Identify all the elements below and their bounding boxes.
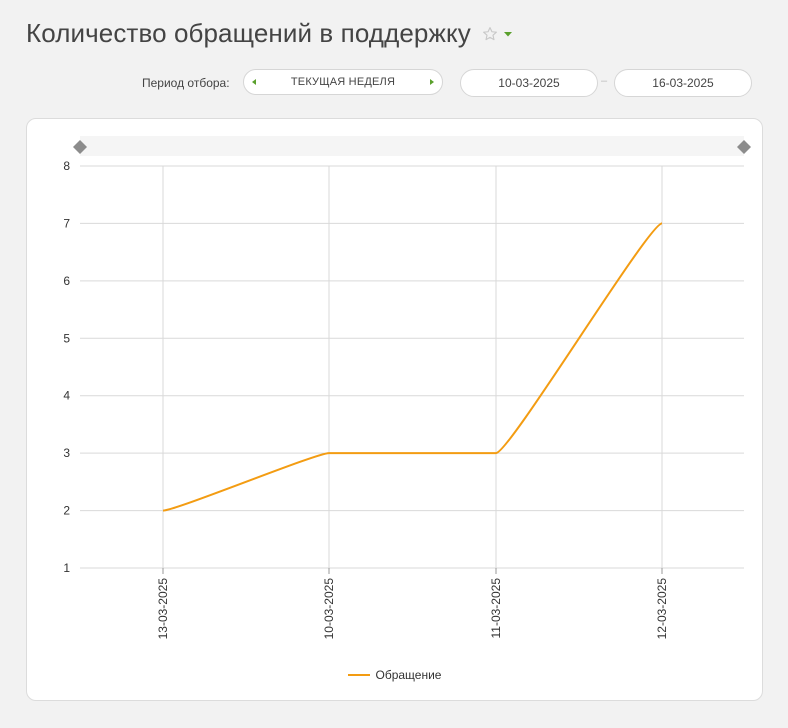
page-title: Количество обращений в поддержку (26, 18, 471, 48)
caret-down-icon[interactable] (503, 30, 513, 38)
filter-row: Период отбора: ТЕКУЩАЯ НЕДЕЛЯ 10-03-2025… (0, 69, 788, 97)
series-line (162, 222, 663, 512)
legend: Обращение (27, 665, 762, 685)
triangle-left-icon (252, 79, 256, 85)
period-selector[interactable]: ТЕКУЩАЯ НЕДЕЛЯ (243, 69, 443, 95)
y-tick-label: 8 (63, 159, 70, 173)
page: Количество обращений в поддержку Период … (0, 0, 788, 728)
y-tick-label: 6 (63, 274, 70, 288)
date-separator: – (601, 75, 608, 87)
period-label: Период отбора: (142, 76, 230, 90)
x-tick-label: 12-03-2025 (655, 578, 669, 640)
y-tick-label: 4 (63, 389, 70, 403)
legend-line-swatch (347, 674, 370, 676)
y-tick-label: 3 (63, 446, 70, 460)
x-tick-label: 11-03-2025 (489, 578, 503, 639)
line-chart: 1 2 3 4 5 6 7 8 13-03-2025 10-03-2025 11-03-2025 12… (63, 159, 744, 640)
star-outline-icon[interactable] (481, 25, 499, 43)
period-value: ТЕКУЩАЯ НЕДЕЛЯ (290, 76, 396, 88)
y-tick-label: 2 (63, 504, 70, 518)
y-tick-label: 7 (63, 216, 70, 230)
date-from-field[interactable]: 10-03-2025 (460, 69, 598, 97)
triangle-right-icon (430, 79, 434, 85)
y-tick-label: 1 (63, 561, 70, 575)
legend-label: Обращение (375, 668, 442, 682)
next-period-button[interactable] (422, 70, 442, 94)
chart-card: 1 2 3 4 5 6 7 8 13-03-2025 10-03-2025 11-03-2025 12… (26, 118, 763, 701)
prev-period-button[interactable] (244, 70, 264, 94)
y-tick-label: 5 (63, 331, 70, 345)
legend-item[interactable]: Обращение (347, 668, 442, 682)
x-tick-label: 10-03-2025 (322, 578, 336, 640)
x-tick-label: 13-03-2025 (156, 578, 170, 640)
date-to-field[interactable]: 16-03-2025 (614, 69, 752, 97)
header: Количество обращений в поддержку (26, 18, 513, 49)
